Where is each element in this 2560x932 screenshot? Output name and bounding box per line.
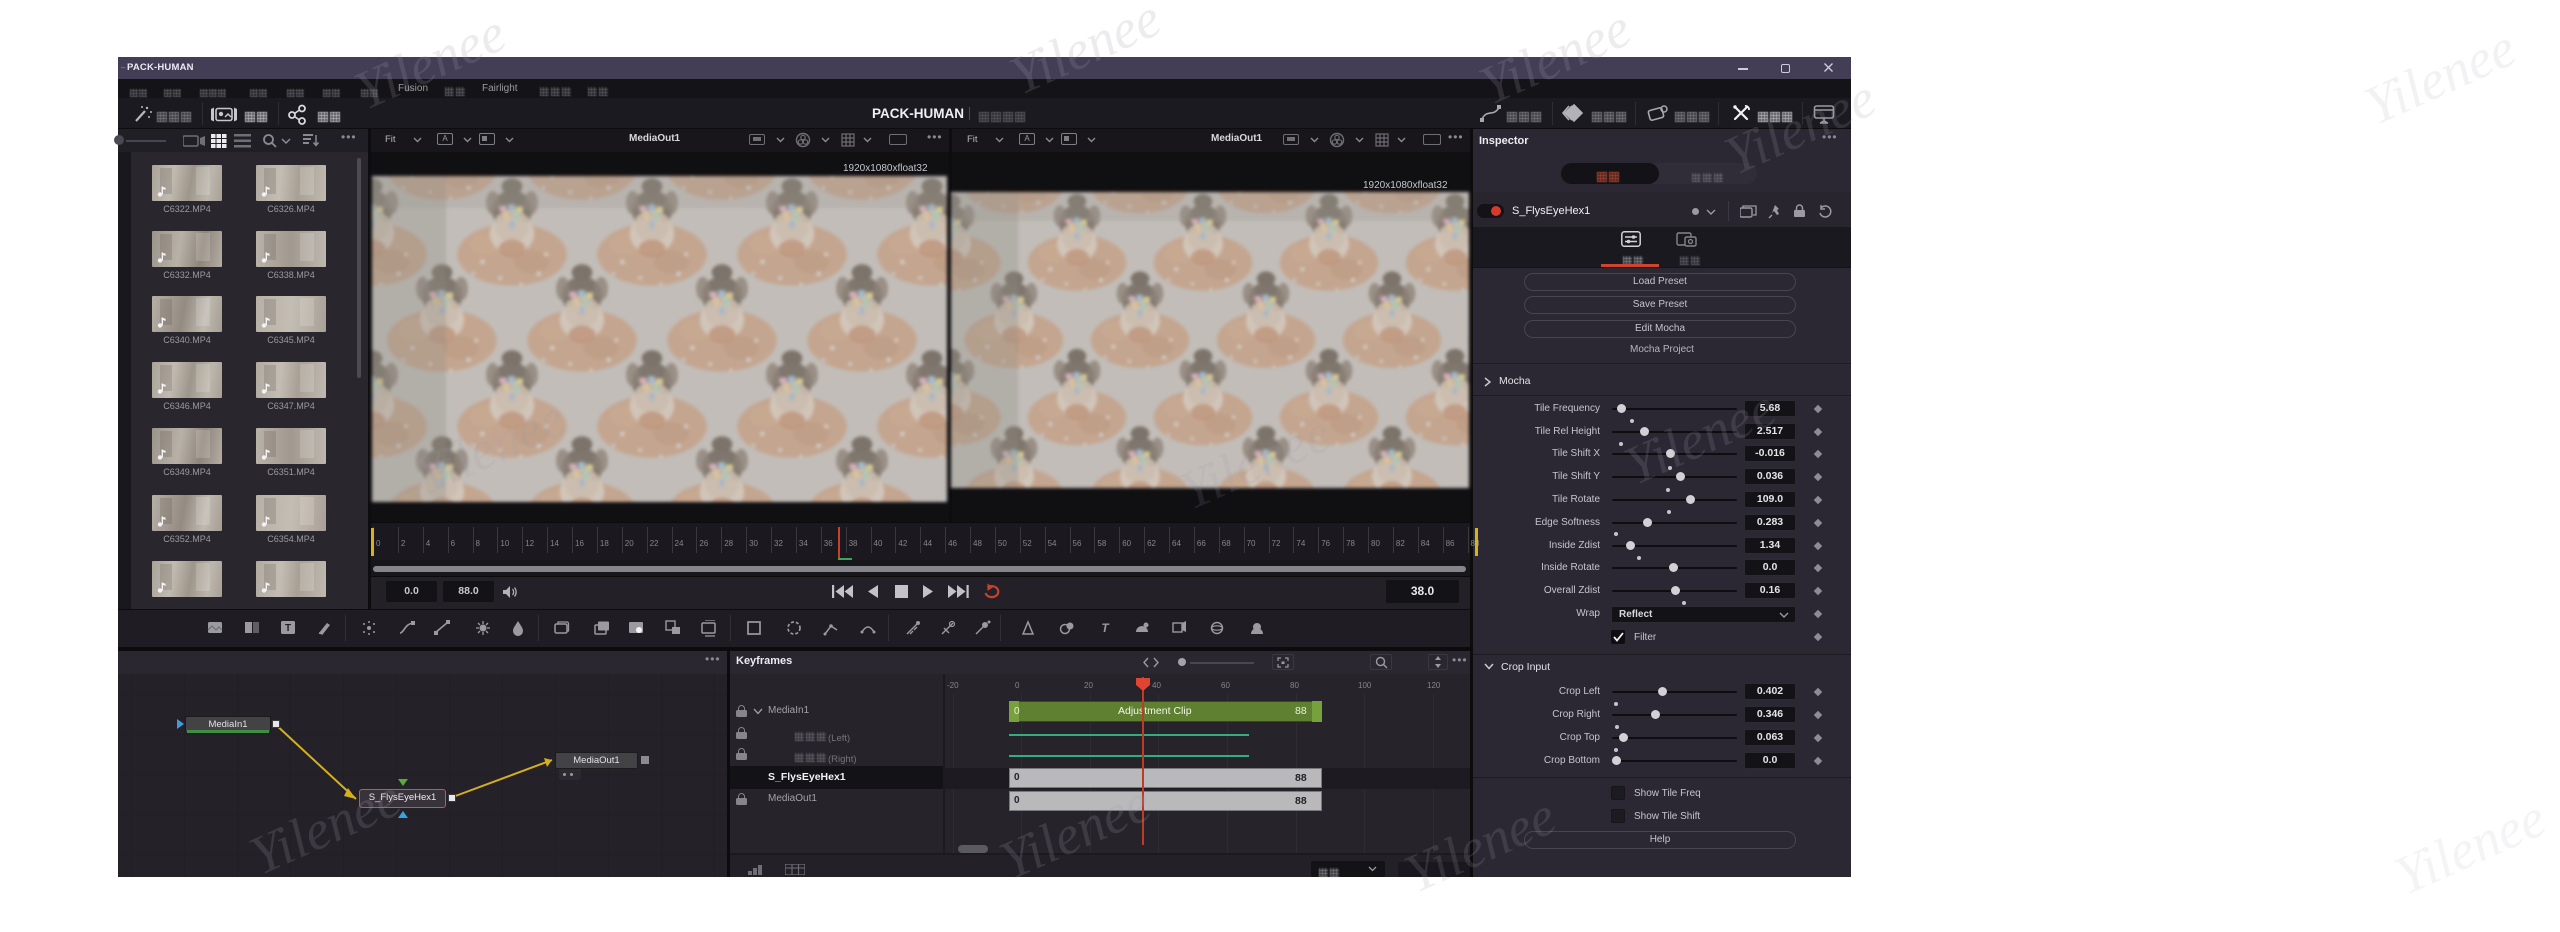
svg-text:T: T [1101, 621, 1110, 635]
svg-text:T: T [285, 623, 291, 634]
